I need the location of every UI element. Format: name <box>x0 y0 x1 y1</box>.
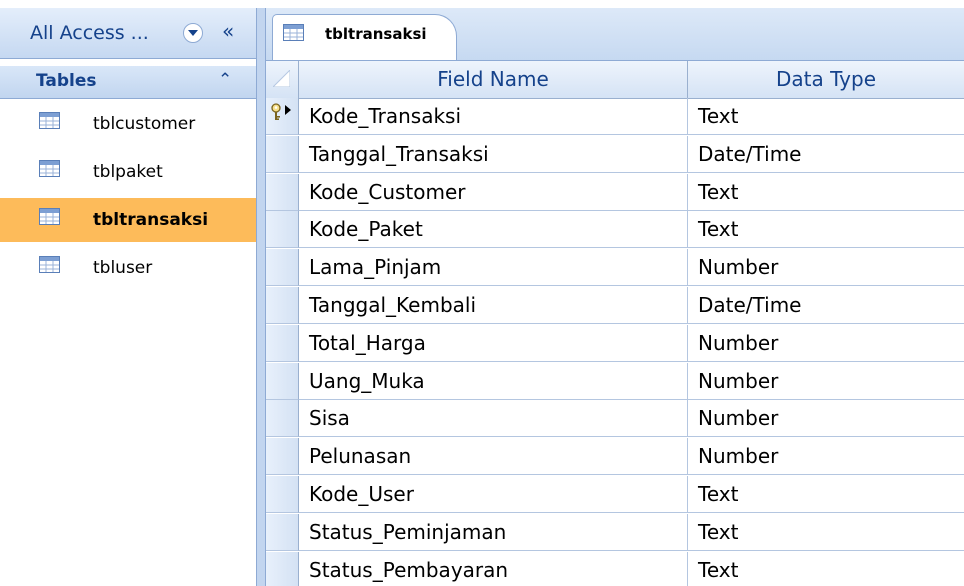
cell-data-type[interactable]: Number <box>688 249 964 287</box>
sidebar-item-tbluser[interactable]: tbluser <box>0 246 256 290</box>
sidebar-item-label: tblcustomer <box>93 114 196 134</box>
sidebar-item-label: tbltransaksi <box>93 210 209 230</box>
cell-field-name[interactable]: Status_Peminjaman <box>299 513 688 551</box>
cell-field-name[interactable]: Tanggal_Kembali <box>299 287 688 324</box>
tab-tbltransaksi[interactable]: tbltransaksi <box>272 14 457 60</box>
row-selector[interactable] <box>266 249 299 287</box>
access-window: All Access ... « Tables ⌃ tblcustomer tbl… <box>0 0 964 586</box>
sidebar-item-tblpaket[interactable]: tblpaket <box>0 150 256 194</box>
table-icon <box>283 24 304 41</box>
chevron-down-icon[interactable] <box>183 23 203 43</box>
column-header-field-name[interactable]: Field Name <box>299 61 688 98</box>
page-top-strip <box>0 0 964 8</box>
row-selector[interactable] <box>266 135 299 173</box>
cell-field-name[interactable]: Total_Harga <box>299 324 688 362</box>
table-row: Tanggal_Transaksi Date/Time <box>266 135 964 173</box>
cell-data-type[interactable]: Number <box>688 363 964 400</box>
nav-group-title: Tables <box>36 71 97 91</box>
table-row: Total_Harga Number <box>266 324 964 362</box>
row-selector[interactable] <box>266 173 299 211</box>
cell-field-name[interactable]: Uang_Muka <box>299 362 688 400</box>
row-selector[interactable] <box>266 551 299 586</box>
tab-label: tbltransaksi <box>325 25 427 43</box>
primary-key-icon <box>270 103 294 125</box>
table-row: Lama_Pinjam Number <box>266 249 964 287</box>
cell-field-name[interactable]: Sisa <box>299 400 688 438</box>
chevron-up-double-icon[interactable]: ⌃ <box>218 70 232 90</box>
cell-field-name[interactable]: Lama_Pinjam <box>299 249 688 287</box>
cell-field-name[interactable]: Kode_Paket <box>299 211 688 249</box>
sidebar-item-label: tbluser <box>93 258 153 278</box>
cell-field-name[interactable]: Tanggal_Transaksi <box>299 135 688 173</box>
table-row: Kode_User Text <box>266 476 964 513</box>
table-icon <box>39 256 60 273</box>
table-icon <box>39 160 60 177</box>
grid-header-row: Field Name Data Type <box>266 61 964 99</box>
sidebar-item-tbltransaksi[interactable]: tbltransaksi <box>0 198 256 242</box>
cell-field-name[interactable]: Kode_User <box>299 476 688 513</box>
cell-field-name[interactable]: Kode_Transaksi <box>299 98 688 135</box>
row-selector[interactable] <box>266 324 299 362</box>
cell-data-type[interactable]: Text <box>688 211 964 249</box>
table-icon <box>39 112 60 129</box>
cell-data-type[interactable]: Text <box>688 98 964 135</box>
sidebar-item-tblcustomer[interactable]: tblcustomer <box>0 102 256 146</box>
document-area: tbltransaksi Field Name Data Type Kode_T… <box>266 8 964 586</box>
pane-splitter[interactable] <box>257 8 266 586</box>
nav-group-tables[interactable]: Tables ⌃ <box>0 66 256 99</box>
row-selector[interactable] <box>266 476 299 513</box>
nav-pane-title[interactable]: All Access ... <box>30 22 149 44</box>
table-row: Uang_Muka Number <box>266 362 964 400</box>
table-row: Status_Pembayaran Text <box>266 551 964 586</box>
table-icon <box>39 208 60 225</box>
table-row: Kode_Paket Text <box>266 211 964 249</box>
navigation-pane: All Access ... « Tables ⌃ tblcustomer tbl… <box>0 8 257 586</box>
sidebar-item-label: tblpaket <box>93 162 163 182</box>
row-selector[interactable] <box>266 513 299 551</box>
column-header-data-type[interactable]: Data Type <box>688 61 964 98</box>
cell-data-type[interactable]: Number <box>688 438 964 476</box>
table-row: Status_Peminjaman Text <box>266 513 964 551</box>
row-selector[interactable] <box>266 438 299 476</box>
cell-field-name[interactable]: Pelunasan <box>299 438 688 476</box>
cell-field-name[interactable]: Kode_Customer <box>299 173 688 211</box>
row-selector[interactable] <box>266 287 299 324</box>
row-selector[interactable] <box>266 362 299 400</box>
cell-data-type[interactable]: Date/Time <box>688 136 964 173</box>
cell-data-type[interactable]: Text <box>688 476 964 513</box>
cell-data-type[interactable]: Text <box>688 514 964 551</box>
table-row: Tanggal_Kembali Date/Time <box>266 287 964 324</box>
table-row: Kode_Customer Text <box>266 173 964 211</box>
cell-data-type[interactable]: Number <box>688 325 964 362</box>
row-selector[interactable] <box>266 98 299 135</box>
select-all-corner[interactable] <box>266 61 299 98</box>
table-row: Sisa Number <box>266 400 964 438</box>
cell-data-type[interactable]: Text <box>688 174 964 211</box>
collapse-pane-icon[interactable]: « <box>222 19 234 43</box>
cell-data-type[interactable]: Text <box>688 552 964 586</box>
nav-pane-header: All Access ... « <box>0 8 256 59</box>
cell-data-type[interactable]: Date/Time <box>688 287 964 324</box>
document-tab-strip: tbltransaksi <box>266 8 964 61</box>
row-selector[interactable] <box>266 400 299 438</box>
cell-field-name[interactable]: Status_Pembayaran <box>299 551 688 586</box>
cell-data-type[interactable]: Number <box>688 400 964 438</box>
row-selector[interactable] <box>266 211 299 249</box>
table-row: Pelunasan Number <box>266 438 964 476</box>
table-row: Kode_Transaksi Text <box>266 98 964 135</box>
